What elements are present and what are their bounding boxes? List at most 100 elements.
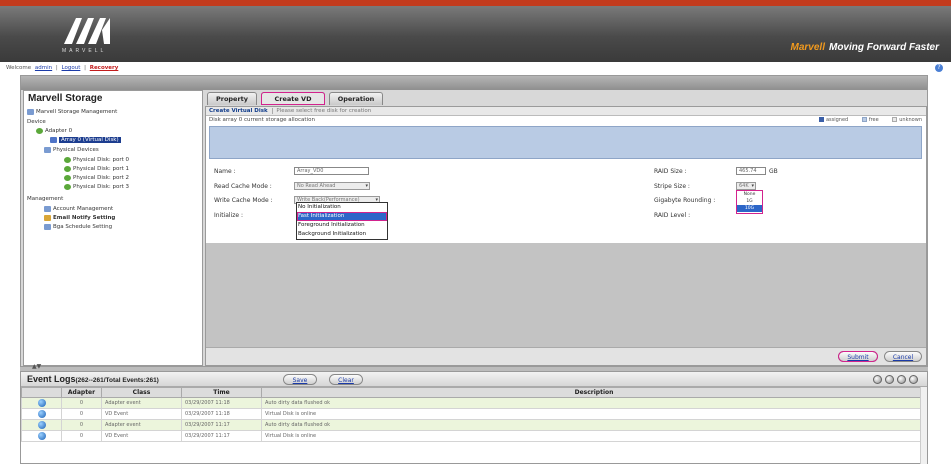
welcome-label: Welcome <box>6 65 32 71</box>
device-tree: Marvell Storage Marvell Storage Manageme… <box>23 90 203 366</box>
email-icon <box>44 214 51 221</box>
tree-item-physical-devices[interactable]: Physical Devices <box>44 146 99 154</box>
name-input[interactable]: Array_VD0 <box>294 167 369 175</box>
col-description: Description <box>261 387 927 398</box>
table-row[interactable]: 0 VD Event 03/29/2007 11:17 Virtual Disk… <box>21 430 927 442</box>
form-blank-area <box>206 243 926 347</box>
gb-option-1g[interactable]: 1G <box>737 198 762 205</box>
tagline: Marvell Moving Forward Faster <box>791 42 939 53</box>
submit-button[interactable]: Submit <box>838 351 878 362</box>
logo-text: MARVELL <box>62 48 107 54</box>
table-row[interactable]: 0 Adapter event 03/29/2007 11:17 Auto di… <box>21 419 927 431</box>
create-vd-form: Name : Array_VD0 Read Cache Mode : No Re… <box>206 162 926 242</box>
table-header-row: Adapter Class Time Description <box>21 387 927 398</box>
tree-item-bga[interactable]: Bga Schedule Setting <box>44 223 112 231</box>
read-cache-select[interactable]: No Read Ahead <box>294 182 370 190</box>
storage-allocation-bar <box>209 126 922 159</box>
tree-item-pd0[interactable]: Physical Disk: port 0 <box>64 156 129 164</box>
event-log-scrollbar[interactable] <box>920 387 927 464</box>
disk-icon <box>64 174 71 181</box>
tree-item-adapter[interactable]: Adapter 0 <box>36 127 72 135</box>
physical-devices-icon <box>44 146 51 153</box>
tree-item-pd3[interactable]: Physical Disk: port 3 <box>64 183 129 191</box>
subtab-create-virtual-disk[interactable]: Create Virtual Disk <box>209 108 268 114</box>
raid-size-input[interactable]: 465.74 <box>736 167 766 175</box>
event-log-table: Adapter Class Time Description 0 Adapter… <box>21 387 927 442</box>
stripe-size-select[interactable]: 64K <box>736 182 756 190</box>
user-link[interactable]: admin <box>35 65 52 71</box>
gigabyte-rounding-label: Gigabyte Rounding : <box>654 197 716 204</box>
last-page-icon[interactable] <box>909 375 918 384</box>
account-icon <box>44 205 51 212</box>
raid-size-label: RAID Size : <box>654 168 687 175</box>
gigabyte-rounding-dropdown[interactable]: None 1G 10G <box>736 190 763 214</box>
init-option-fast[interactable]: Fast Initialization <box>297 212 387 221</box>
tree-item-account[interactable]: Account Management <box>44 205 113 213</box>
cancel-button[interactable]: Cancel <box>884 351 922 362</box>
tree-item-pd2[interactable]: Physical Disk: port 2 <box>64 174 129 182</box>
info-icon <box>37 421 46 429</box>
clear-log-button[interactable]: Clear <box>329 374 363 385</box>
stripe-size-label: Stripe Size : <box>654 183 690 190</box>
logout-link[interactable]: Logout <box>62 65 81 71</box>
tab-property[interactable]: Property <box>207 92 257 105</box>
table-row[interactable]: 0 Adapter event 03/29/2007 11:18 Auto di… <box>21 397 927 409</box>
disk-icon <box>64 165 71 172</box>
save-log-button[interactable]: Save <box>283 374 317 385</box>
tree-item-virtual-disk[interactable]: Array 0 (Virtual Disk) <box>50 136 121 144</box>
write-cache-label: Write Cache Mode : <box>214 197 273 204</box>
table-row[interactable]: 0 VD Event 03/29/2007 11:18 Virtual Disk… <box>21 408 927 420</box>
legend-assigned: assigned <box>818 117 848 123</box>
subtab-bar: Create Virtual Disk Please select free d… <box>206 107 926 116</box>
allocation-legend: assigned free unknown <box>807 116 922 125</box>
user-link-bar: Welcome admin | Logout | Recovery <box>0 62 951 74</box>
prev-page-icon[interactable] <box>885 375 894 384</box>
read-cache-label: Read Cache Mode : <box>214 183 272 190</box>
legend-unknown: unknown <box>892 117 922 123</box>
tree-title: Marvell Storage <box>28 93 103 104</box>
splitter-arrow-icon[interactable]: ▲▼ <box>32 363 41 370</box>
init-option-background[interactable]: Background Initialization <box>297 230 387 239</box>
tree-item-management[interactable]: Management <box>27 195 63 203</box>
disk-icon <box>64 183 71 190</box>
subtab-select-free-disk[interactable]: Please select free disk for creation <box>272 108 372 114</box>
tree-item-device[interactable]: Device <box>27 118 46 126</box>
event-log-panel: Event Logs(262--261/Total Events:261) Sa… <box>20 371 928 464</box>
tree-item-pd1[interactable]: Physical Disk: port 1 <box>64 165 129 173</box>
event-log-header: Event Logs(262--261/Total Events:261) Sa… <box>21 372 927 387</box>
raid-level-label: RAID Level : <box>654 212 691 219</box>
event-log-title: Event Logs(262--261/Total Events:261) <box>27 374 159 384</box>
event-log-count: (262--261/Total Events:261) <box>75 377 159 384</box>
schedule-icon <box>44 223 51 230</box>
tree-item-storage-management[interactable]: Marvell Storage Management <box>27 108 117 116</box>
initialize-label: Initialize : <box>214 212 244 219</box>
col-icon <box>21 387 62 398</box>
tab-create-vd[interactable]: Create VD <box>261 92 325 105</box>
col-adapter: Adapter <box>61 387 102 398</box>
recovery-link[interactable]: Recovery <box>90 65 119 71</box>
virtual-disk-icon <box>50 136 57 143</box>
gb-option-10g[interactable]: 10G <box>737 205 762 212</box>
col-class: Class <box>101 387 182 398</box>
tagline-brand: Marvell <box>790 42 825 53</box>
first-page-icon[interactable] <box>873 375 882 384</box>
tree-item-email[interactable]: Email Notify Setting <box>44 214 115 222</box>
gb-option-none[interactable]: None <box>737 191 762 198</box>
name-label: Name : <box>214 168 236 175</box>
col-time: Time <box>181 387 262 398</box>
initialize-dropdown[interactable]: No Initialization Fast Initialization Fo… <box>296 202 388 240</box>
main-frame: Marvell Storage Marvell Storage Manageme… <box>20 75 928 367</box>
init-option-foreground[interactable]: Foreground Initialization <box>297 221 387 230</box>
info-icon <box>37 399 46 407</box>
help-icon[interactable]: ? <box>935 64 943 72</box>
header-banner: MARVELL Marvell Moving Forward Faster <box>0 0 951 62</box>
disk-icon <box>64 156 71 163</box>
frame-titlebar <box>21 76 927 90</box>
next-page-icon[interactable] <box>897 375 906 384</box>
init-option-none[interactable]: No Initialization <box>297 203 387 212</box>
action-button-bar: Submit Cancel <box>206 347 926 365</box>
legend-free: free <box>861 117 879 123</box>
tab-operation[interactable]: Operation <box>329 92 383 105</box>
info-icon <box>37 410 46 418</box>
marvell-logo <box>64 18 110 44</box>
